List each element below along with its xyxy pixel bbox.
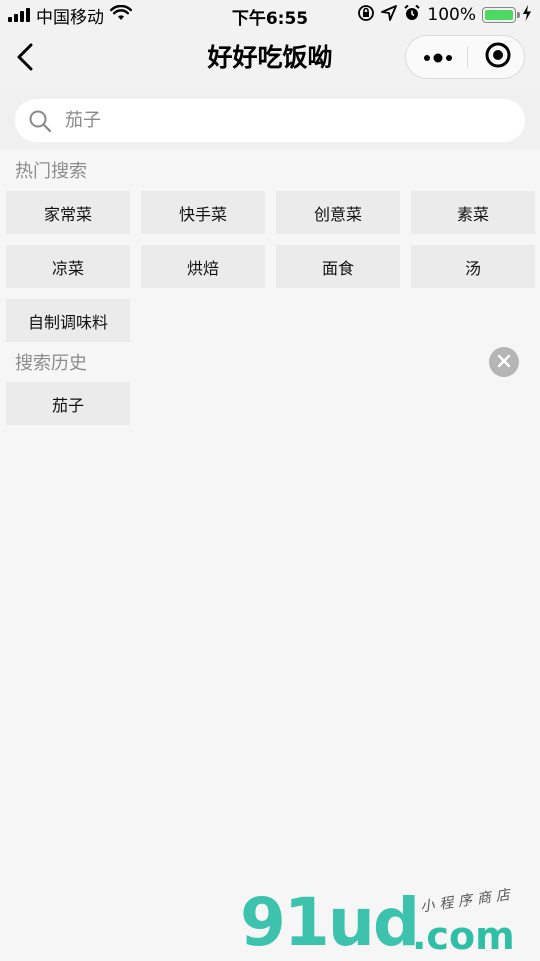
battery-icon (482, 7, 520, 23)
history-tag[interactable]: 茄子 (6, 382, 130, 425)
clear-history-button[interactable] (489, 347, 519, 377)
more-button[interactable] (416, 36, 460, 78)
hot-tag[interactable]: 快手菜 (141, 191, 265, 234)
watermark-logo: 91ud .com 小程序商店 (240, 884, 540, 961)
battery-level-fill (485, 10, 513, 20)
mini-program-capsule (405, 35, 525, 79)
hot-tag[interactable]: 家常菜 (6, 191, 130, 234)
battery-percent: 100% (427, 5, 476, 25)
charging-bolt-icon (522, 4, 532, 26)
hot-search-title: 热门搜索 (15, 161, 87, 182)
search-history-tags: 茄子 (6, 382, 535, 425)
search-area (0, 88, 540, 150)
page-title: 好好吃饭呦 (207, 43, 333, 72)
location-arrow-icon (381, 4, 398, 26)
hot-tag[interactable]: 自制调味料 (6, 299, 130, 342)
search-icon (27, 108, 53, 134)
clear-circle-icon (497, 353, 511, 372)
more-dots-icon (423, 48, 453, 67)
hot-tag[interactable]: 汤 (411, 245, 535, 288)
back-button[interactable] (10, 42, 40, 76)
search-history-title: 搜索历史 (15, 353, 87, 374)
nav-bar: 好好吃饭呦 (0, 30, 540, 88)
hot-tag[interactable]: 创意菜 (276, 191, 400, 234)
search-box[interactable] (15, 99, 525, 142)
hot-search-tags: 家常菜 快手菜 创意菜 素菜 凉菜 烘焙 面食 汤 自制调味料 (6, 191, 535, 342)
hot-tag[interactable]: 凉菜 (6, 245, 130, 288)
status-bar: 中国移动 下午6:55 100% (0, 0, 540, 30)
hot-tag[interactable]: 素菜 (411, 191, 535, 234)
close-mini-program-button[interactable] (478, 36, 518, 78)
status-right: 100% (357, 4, 532, 26)
capsule-divider (467, 46, 468, 68)
watermark-main: 91ud (240, 884, 420, 961)
hot-tag[interactable]: 面食 (276, 245, 400, 288)
hot-tag[interactable]: 烘焙 (141, 245, 265, 288)
orientation-lock-icon (357, 4, 375, 27)
target-circle-icon (484, 41, 512, 73)
search-input[interactable] (63, 104, 487, 137)
watermark-tagline: 小程序商店 (419, 886, 516, 916)
alarm-clock-icon (403, 4, 421, 27)
chevron-left-icon (16, 43, 34, 75)
watermark-suffix: .com (412, 914, 515, 958)
battery-tip (517, 12, 520, 18)
